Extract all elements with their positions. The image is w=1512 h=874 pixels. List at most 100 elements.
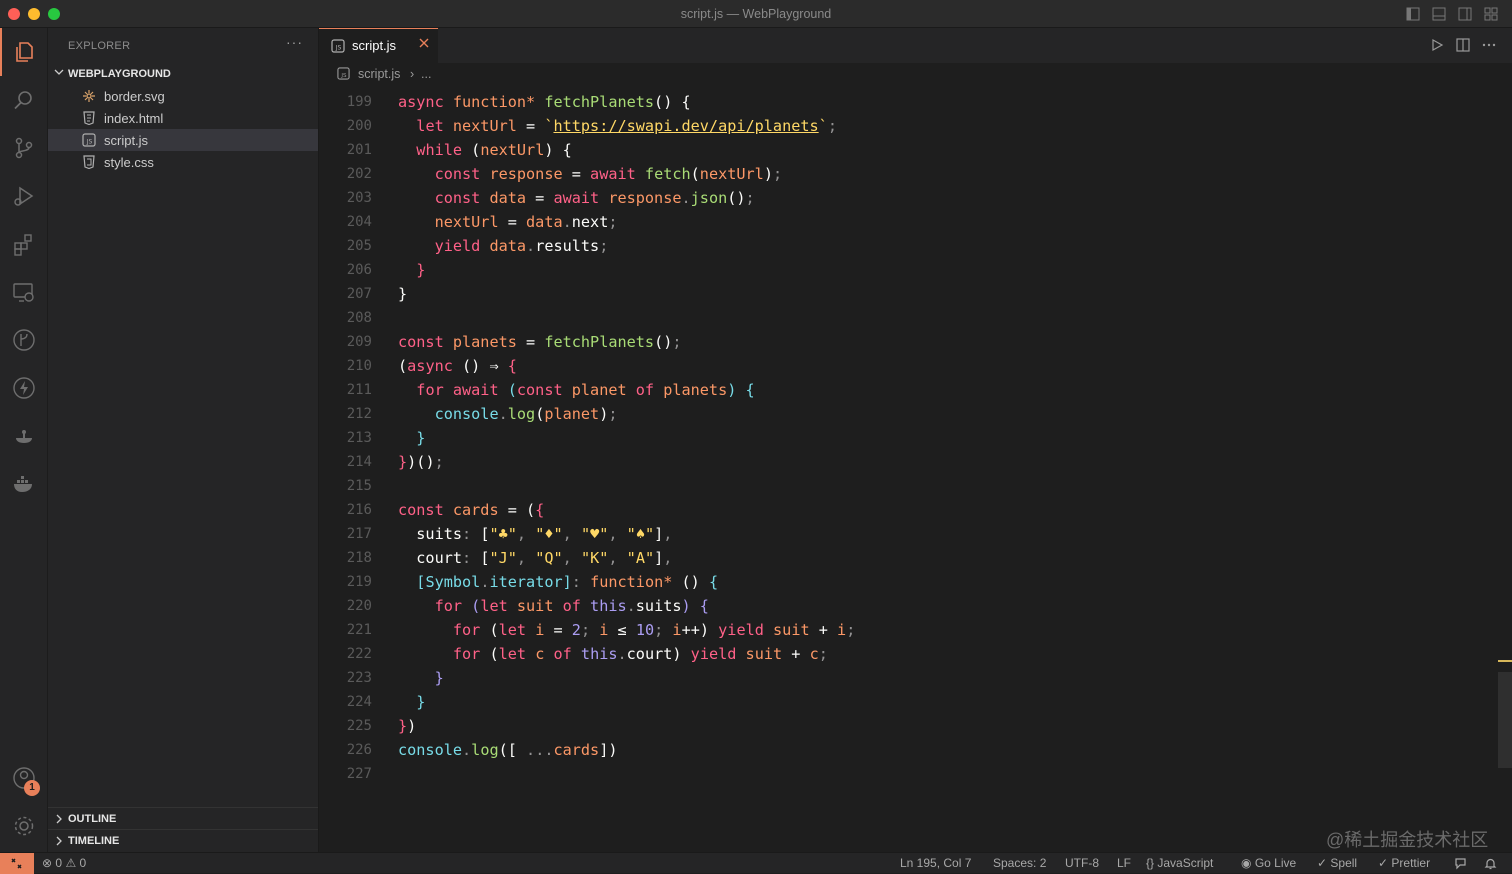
language-label: JavaScript: [1157, 856, 1214, 870]
code-line[interactable]: 212 console.log(planet);: [319, 402, 1499, 426]
timeline-panel-header[interactable]: TIMELINE: [48, 829, 318, 852]
code-token: let: [498, 645, 536, 663]
outline-panel-header[interactable]: OUTLINE: [48, 807, 318, 830]
code-token: function*: [452, 93, 545, 111]
git-graph-activity[interactable]: [0, 316, 48, 364]
bell-icon[interactable]: [1484, 857, 1497, 870]
tab-label: script.js: [352, 38, 397, 53]
code-token: }: [398, 717, 408, 735]
workspace-root[interactable]: WEBPLAYGROUND: [48, 64, 318, 84]
code-line[interactable]: 206 }: [319, 258, 1499, 282]
docker-activity[interactable]: [0, 460, 48, 508]
language-mode[interactable]: {} JavaScript: [1146, 856, 1213, 870]
code-editor[interactable]: 199 async function* fetchPlanets() {200 l…: [319, 90, 1499, 790]
problems-indicator[interactable]: ⊗ 0 ⚠ 0: [42, 856, 86, 870]
toggle-primary-sidebar-icon[interactable]: [1406, 7, 1420, 21]
code-token: results: [535, 237, 600, 255]
code-line[interactable]: 227: [319, 762, 1499, 786]
code-line[interactable]: 214})();: [319, 450, 1499, 474]
code-line[interactable]: 216 const cards = ({: [319, 498, 1499, 522]
code-token: console: [434, 405, 499, 423]
source-control-activity[interactable]: [0, 124, 48, 172]
code-line[interactable]: 218 court: ["J", "Q", "K", "A"],: [319, 546, 1499, 570]
indentation[interactable]: Spaces: 2: [993, 856, 1046, 870]
code-token: ,: [608, 549, 627, 567]
encoding[interactable]: UTF-8: [1065, 856, 1099, 870]
code-line[interactable]: 199 async function* fetchPlanets() {: [319, 90, 1499, 114]
customize-layout-icon[interactable]: [1484, 7, 1498, 21]
code-line[interactable]: 224 }: [319, 690, 1499, 714]
end-of-line[interactable]: LF: [1117, 856, 1131, 870]
code-line[interactable]: 201 while (nextUrl) {: [319, 138, 1499, 162]
toggle-secondary-sidebar-icon[interactable]: [1458, 7, 1472, 21]
code-line[interactable]: 202 const response = await fetch(nextUrl…: [319, 162, 1499, 186]
code-line[interactable]: 217 suits: ["♣", "♦", "♥", "♠"],: [319, 522, 1499, 546]
feedback-icon[interactable]: [1454, 857, 1467, 870]
code-token: .: [462, 741, 472, 759]
code-line[interactable]: 226 console.log([ ...cards]): [319, 738, 1499, 762]
extensions-activity[interactable]: [0, 220, 48, 268]
code-line[interactable]: 200 let nextUrl = `https://swapi.dev/api…: [319, 114, 1499, 138]
code-token: (: [489, 645, 499, 663]
file-item-border-svg[interactable]: border.svg: [48, 85, 318, 107]
code-token: for: [434, 597, 472, 615]
remote-explorer-activity[interactable]: [0, 268, 48, 316]
code-line[interactable]: 205 yield data.results;: [319, 234, 1499, 258]
code-line[interactable]: 207}: [319, 282, 1499, 306]
code-token: ,: [663, 525, 673, 543]
close-icon[interactable]: [418, 37, 430, 49]
search-activity[interactable]: [0, 76, 48, 124]
code-line[interactable]: 204 nextUrl = data.next;: [319, 210, 1499, 234]
go-live-button[interactable]: ◉ Go Live: [1241, 856, 1296, 870]
run-icon[interactable]: [1430, 38, 1444, 52]
gear-icon: [14, 816, 34, 836]
code-line[interactable]: 211 for await (const planet of planets) …: [319, 378, 1499, 402]
code-line[interactable]: 219 [Symbol.iterator]: function* () {: [319, 570, 1499, 594]
toggle-panel-icon[interactable]: [1432, 7, 1446, 21]
spell-check-button[interactable]: ✓ Spell: [1317, 856, 1357, 870]
more-actions-icon[interactable]: [1482, 38, 1496, 52]
file-item-style-css[interactable]: style.css: [48, 151, 318, 173]
file-item-index-html[interactable]: index.html: [48, 107, 318, 129]
manage-activity[interactable]: [0, 802, 48, 850]
code-line[interactable]: 203 const data = await response.json();: [319, 186, 1499, 210]
code-line[interactable]: 215: [319, 474, 1499, 498]
explorer-activity[interactable]: [0, 28, 48, 76]
code-line[interactable]: 223 }: [319, 666, 1499, 690]
code-token: ;: [608, 405, 618, 423]
code-line[interactable]: 208: [319, 306, 1499, 330]
code-token: json: [690, 189, 728, 207]
genie-activity[interactable]: [0, 412, 48, 460]
prettier-button[interactable]: ✓ Prettier: [1378, 856, 1430, 870]
code-line[interactable]: 222 for (let c of this.court) yield suit…: [319, 642, 1499, 666]
code-line[interactable]: 221 for (let i = 2; i ≤ 10; i++) yield s…: [319, 618, 1499, 642]
code-token: ,: [516, 525, 536, 543]
remote-indicator-button[interactable]: [0, 853, 34, 874]
code-text: console.log([ ...cards]): [398, 741, 618, 759]
code-line[interactable]: 210 (async () ⇒ {: [319, 354, 1499, 378]
code-token: yield: [434, 237, 490, 255]
run-debug-activity[interactable]: [0, 172, 48, 220]
tab-script-js[interactable]: JS script.js: [319, 28, 438, 63]
breadcrumb-symbol[interactable]: ...: [421, 67, 431, 81]
breadcrumb-file[interactable]: script.js: [358, 67, 400, 81]
code-line[interactable]: 220 for (let suit of this.suits) {: [319, 594, 1499, 618]
code-token: planet: [571, 381, 627, 399]
code-token: const: [398, 333, 453, 351]
explorer-more-button[interactable]: ···: [286, 34, 303, 50]
split-editor-icon[interactable]: [1456, 38, 1470, 52]
code-token: ;: [580, 621, 600, 639]
code-line[interactable]: 225}): [319, 714, 1499, 738]
thunder-client-activity[interactable]: [0, 364, 48, 412]
file-item-script-js[interactable]: JS script.js: [48, 129, 318, 151]
editor-scrollbar[interactable]: [1498, 672, 1512, 768]
code-token: https://swapi.dev/api/planets: [553, 117, 819, 135]
breadcrumb-separator: ›: [410, 67, 415, 81]
cursor-position[interactable]: Ln 195, Col 7: [900, 856, 971, 870]
code-line[interactable]: 209 const planets = fetchPlanets();: [319, 330, 1499, 354]
code-line[interactable]: 213 }: [319, 426, 1499, 450]
files-icon: [16, 42, 33, 62]
accounts-activity[interactable]: [0, 754, 48, 802]
